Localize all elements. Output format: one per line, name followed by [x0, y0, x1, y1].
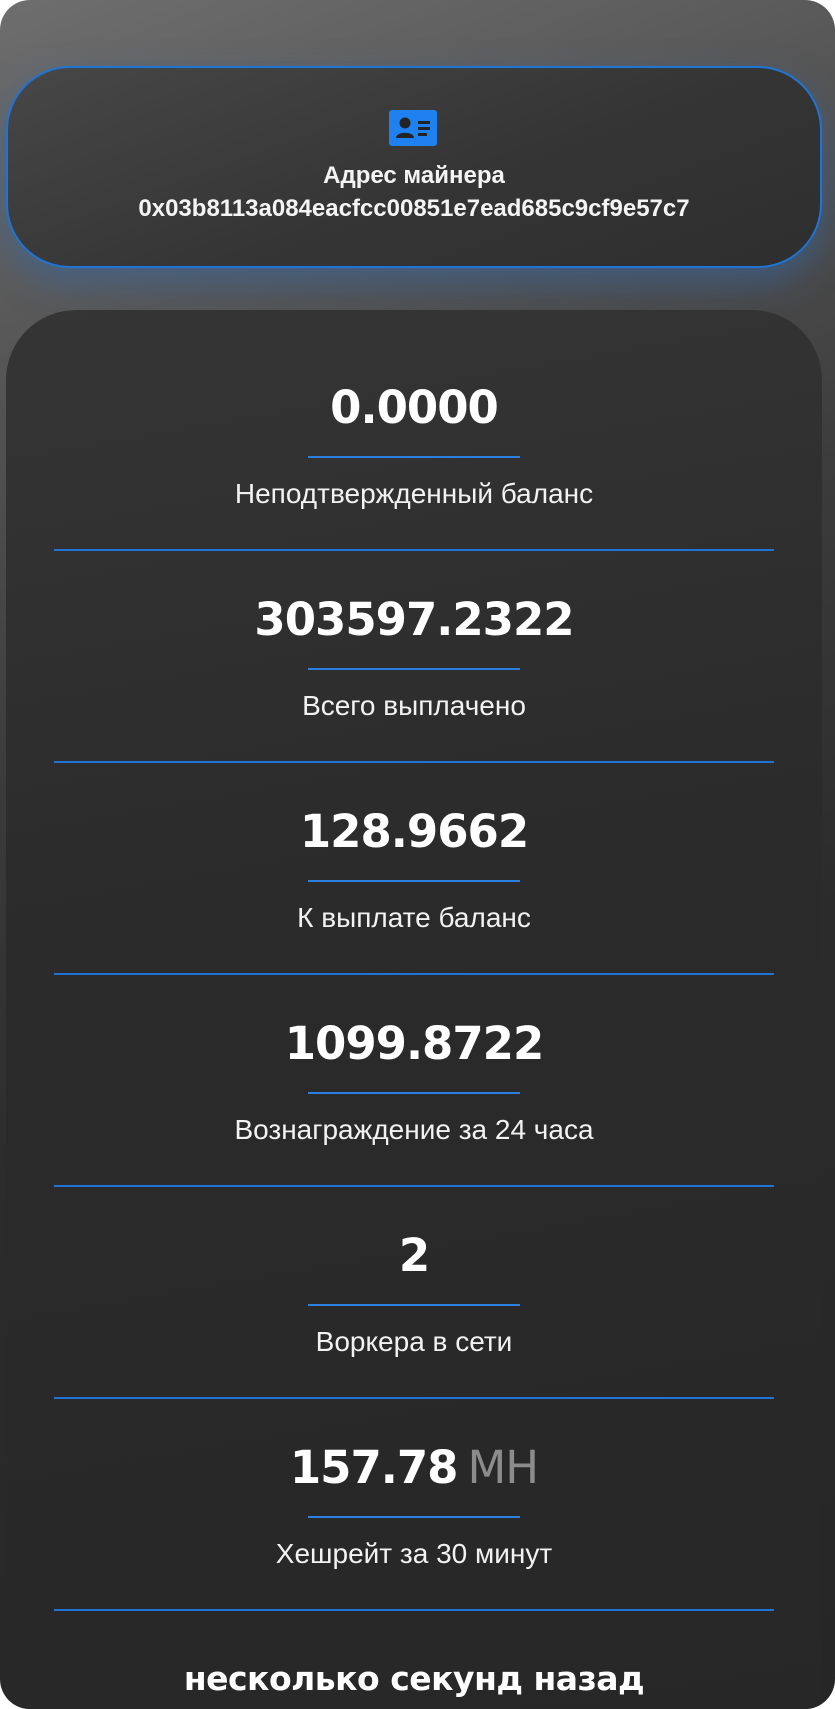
stat-label: Всего выплачено — [302, 690, 526, 721]
stat-payable-balance: 128.9662 К выплате баланс — [6, 734, 822, 975]
stat-value: 2 — [398, 1229, 430, 1282]
stat-total-paid: 303597.2322 Всего выплачено — [6, 522, 822, 763]
miner-stats-screen: Адрес майнера 0x03b8113a084eacfcc00851e7… — [0, 0, 835, 1709]
stat-underline — [308, 1516, 520, 1518]
stat-label: Хешрейт за 30 минут — [275, 1538, 553, 1569]
stat-unconfirmed-balance: 0.0000 Неподтвержденный баланс — [6, 310, 822, 551]
stat-underline — [308, 456, 520, 458]
stat-label: Вознаграждение за 24 часа — [234, 1114, 594, 1145]
id-card-icon — [389, 110, 437, 146]
last-updated-text: несколько секунд назад — [183, 1659, 645, 1698]
miner-address-title: Адрес майнера — [323, 162, 505, 189]
stat-value: 157.78 MH — [289, 1441, 539, 1494]
stat-underline — [308, 1092, 520, 1094]
stat-divider — [54, 1609, 774, 1611]
stat-value: 0.0000 — [330, 381, 499, 434]
stat-underline — [308, 1304, 520, 1306]
stat-label: Воркера в сети — [315, 1326, 513, 1357]
stat-value: 303597.2322 — [254, 593, 574, 646]
stat-hashrate-30m: 157.78 MH Хешрейт за 30 минут — [6, 1370, 822, 1611]
stat-reward-24h: 1099.8722 Вознаграждение за 24 часа — [6, 946, 822, 1187]
miner-address-card: Адрес майнера 0x03b8113a084eacfcc00851e7… — [6, 66, 822, 268]
stats-card: 0.0000 Неподтвержденный баланс 303597.23… — [6, 310, 822, 1709]
stat-value: 128.9662 — [299, 805, 529, 858]
stat-label: К выплате баланс — [297, 902, 531, 933]
stat-label: Неподтвержденный баланс — [234, 478, 594, 509]
stat-value: 1099.8722 — [284, 1017, 545, 1070]
miner-address-value: 0x03b8113a084eacfcc00851e7ead685c9cf9e57… — [138, 195, 690, 222]
stat-underline — [308, 668, 520, 670]
stat-underline — [308, 880, 520, 882]
stat-unit: MH — [467, 1441, 539, 1494]
stat-workers-online: 2 Воркера в сети — [6, 1158, 822, 1399]
